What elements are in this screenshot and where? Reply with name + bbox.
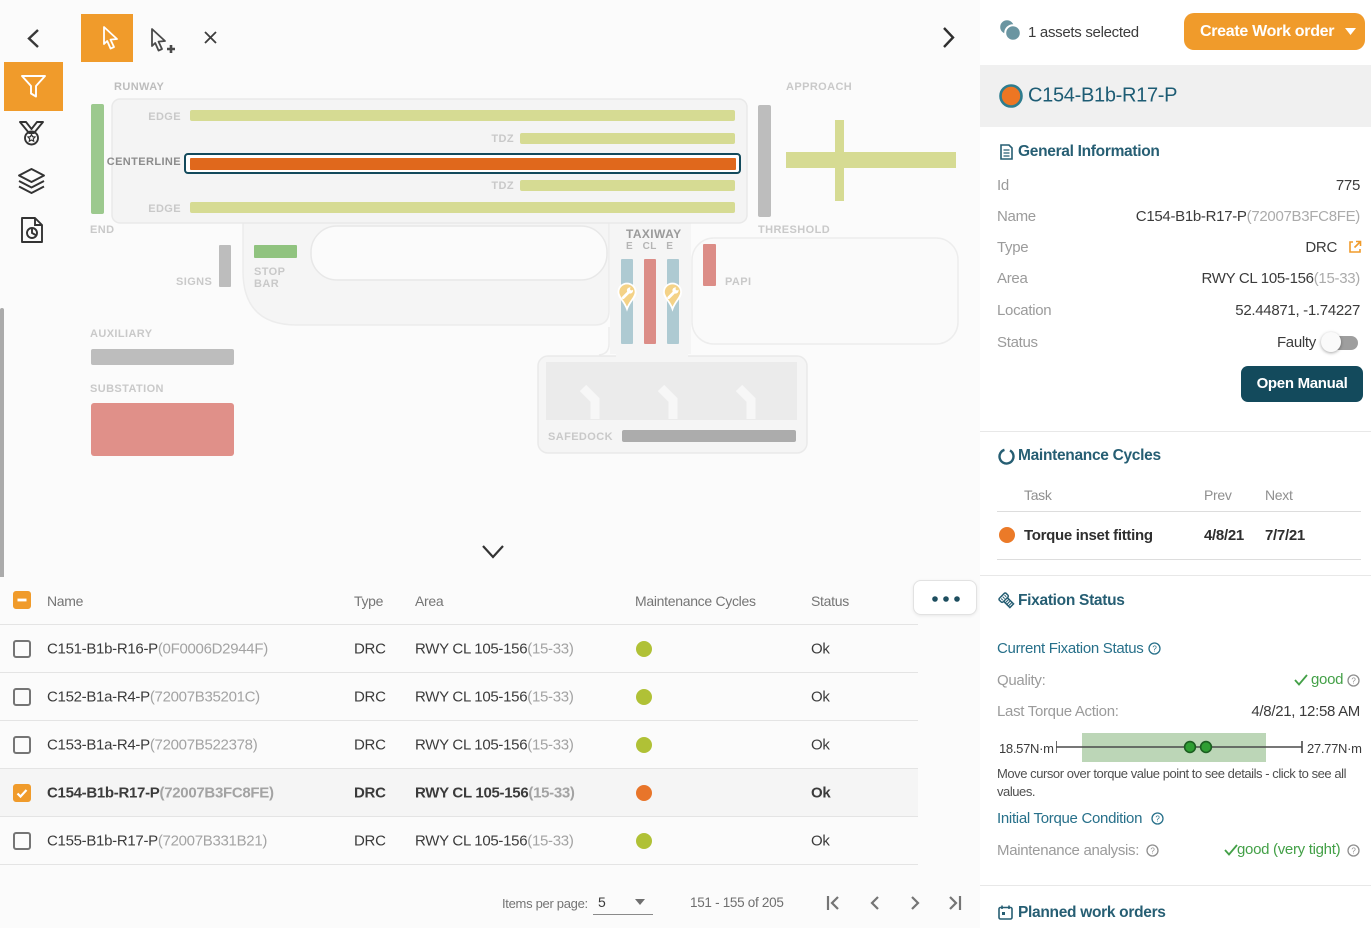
svg-text:?: ? (1351, 676, 1356, 685)
svg-text:?: ? (1155, 814, 1160, 823)
svg-text:?: ? (1152, 644, 1157, 653)
svg-text:?: ? (1351, 846, 1356, 855)
svg-text:?: ? (1150, 846, 1155, 855)
